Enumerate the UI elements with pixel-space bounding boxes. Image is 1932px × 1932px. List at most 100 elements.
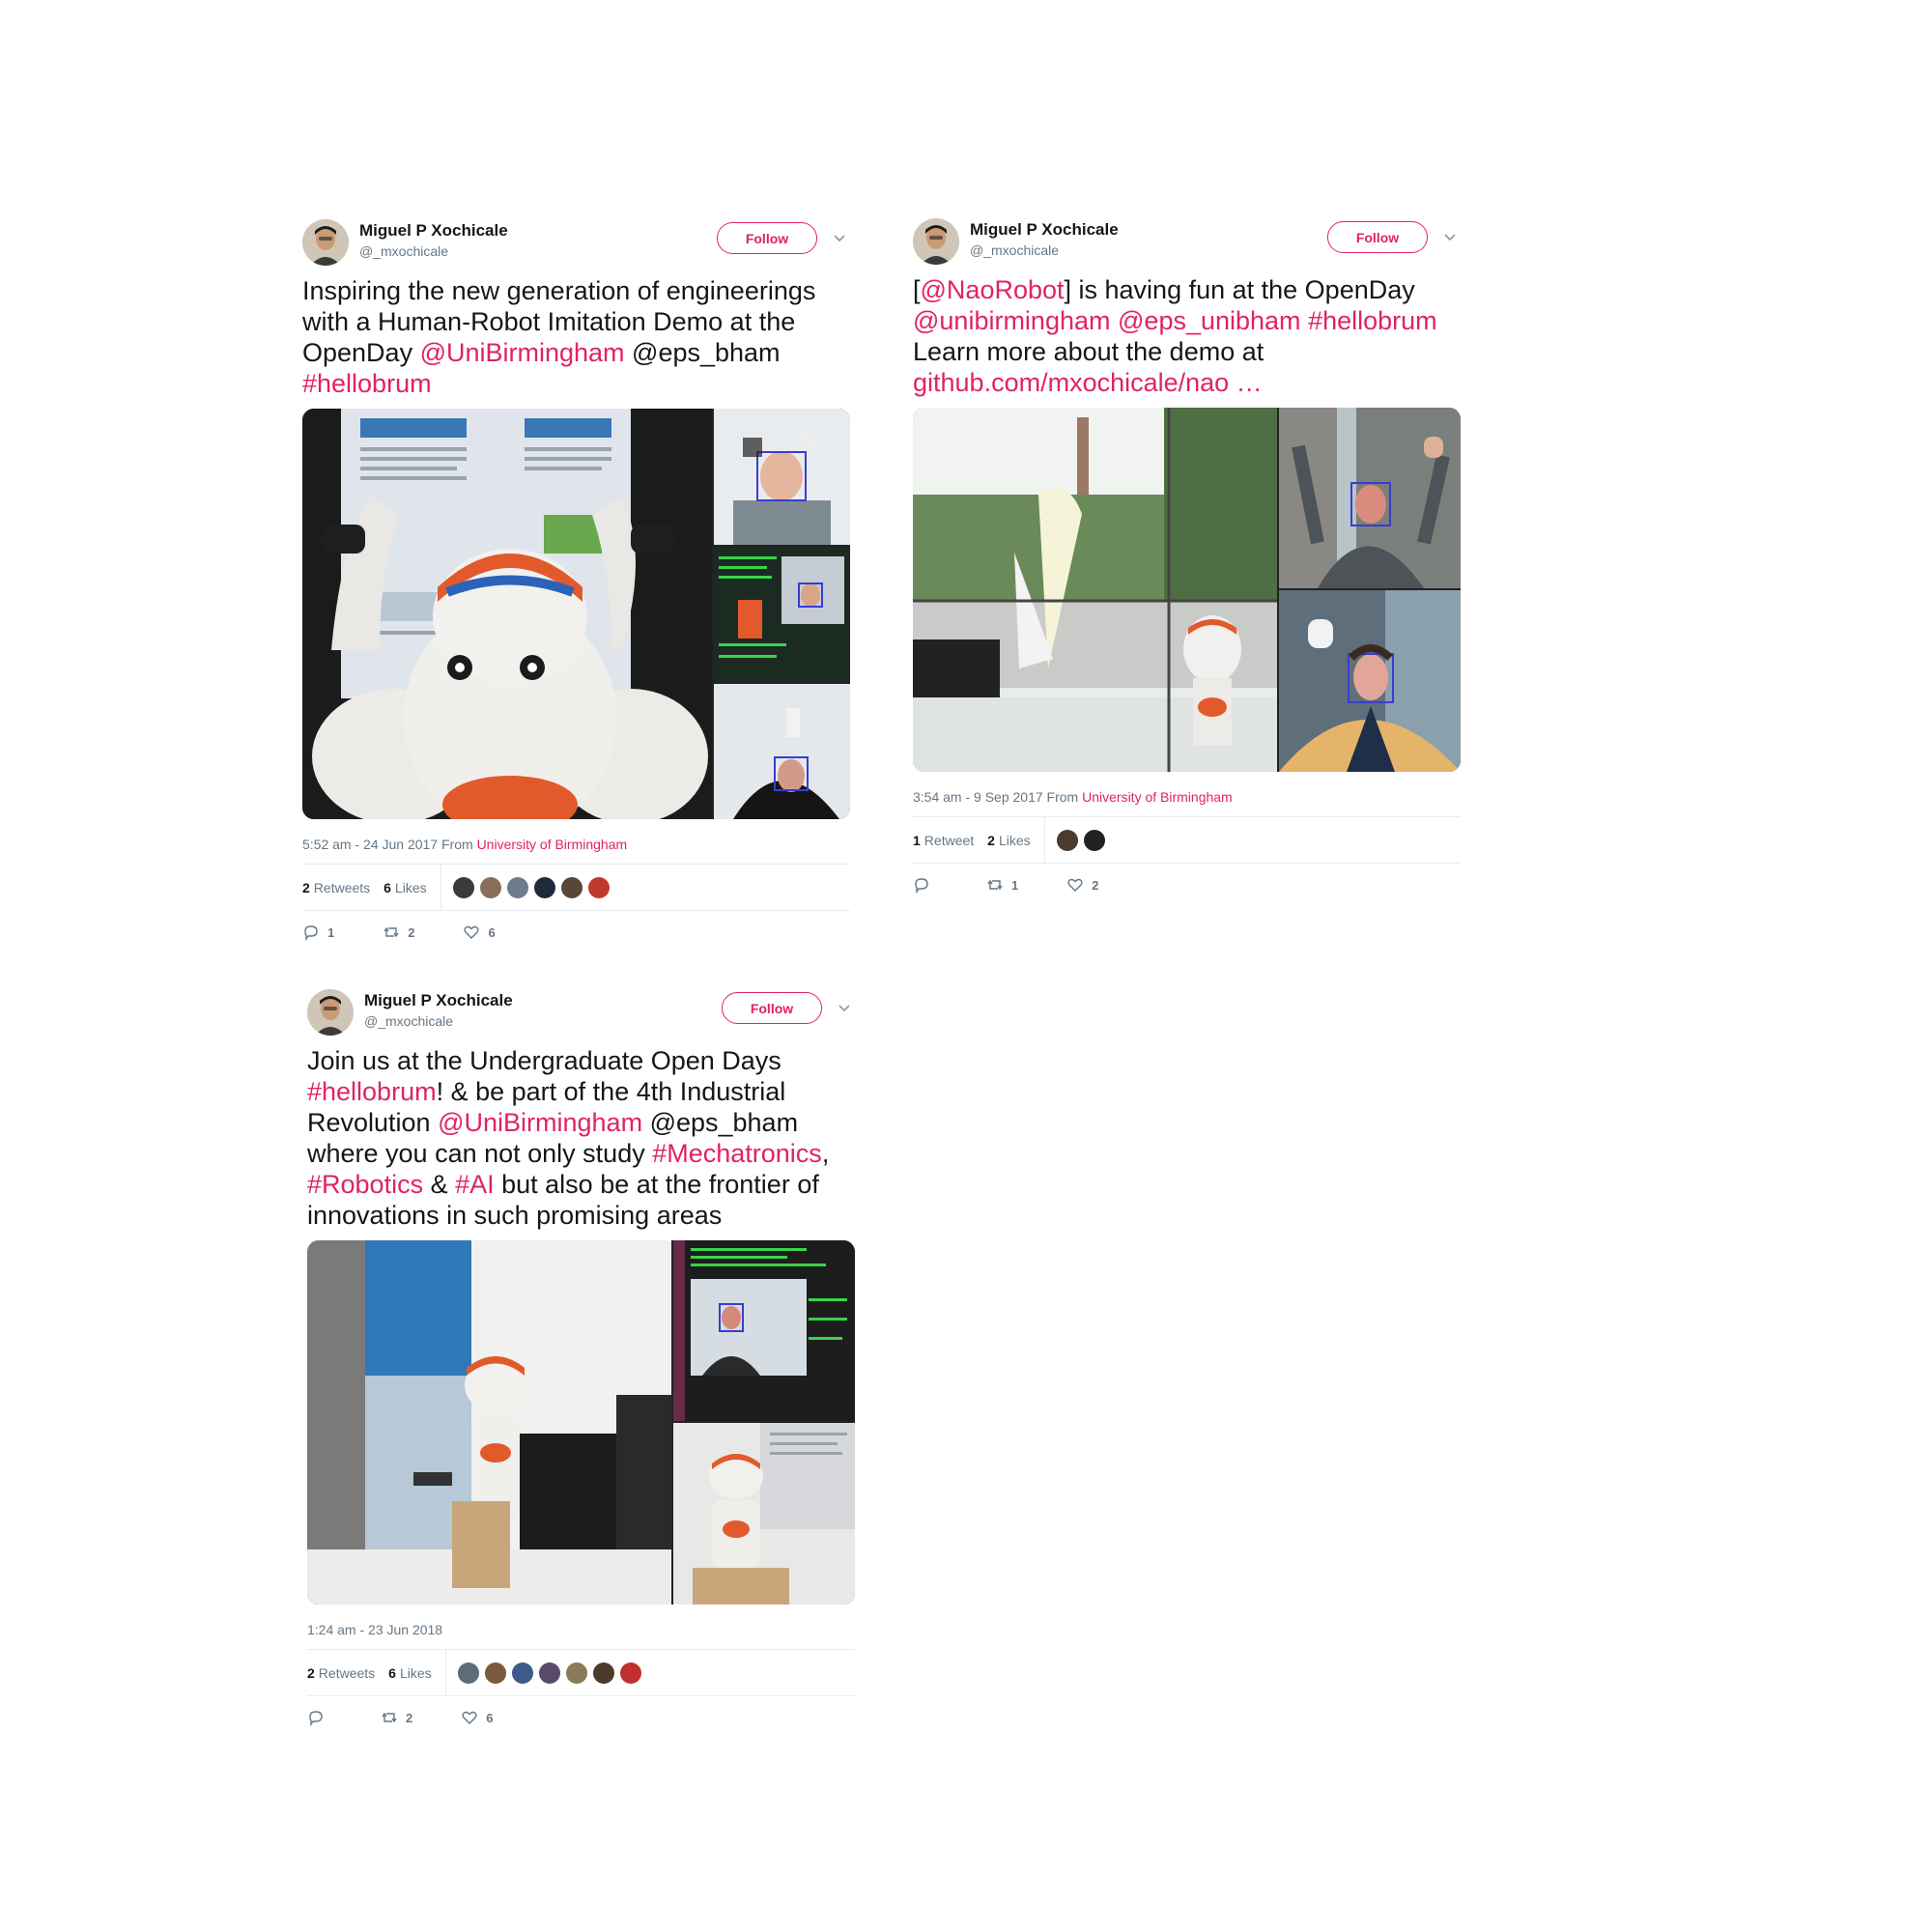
liker-avatar[interactable] (533, 876, 555, 898)
avatar[interactable] (302, 219, 349, 266)
media-photo-window-robot[interactable] (913, 408, 1277, 772)
media-photo-face-tracking-2[interactable] (714, 547, 850, 682)
reply-action[interactable] (307, 1709, 332, 1726)
likes-stat[interactable]: 6 Likes (384, 880, 426, 895)
like-count: 6 (486, 1710, 494, 1725)
tweet-card: Miguel P Xochicale @_mxochicale Follow [… (913, 214, 1461, 906)
likes-count: 6 (384, 879, 391, 895)
reply-icon (304, 925, 318, 941)
likes-stat[interactable]: 6 Likes (388, 1665, 431, 1681)
timestamp[interactable]: 3:54 am - 9 Sep 2017 (913, 789, 1043, 805)
tweet-stats: 2 Retweets 6 Likes (307, 1649, 855, 1696)
liker-avatar[interactable] (1056, 829, 1078, 851)
liker-avatar[interactable] (506, 876, 528, 898)
tweet-entity-link[interactable]: @NaoRobot (921, 275, 1065, 304)
follow-button[interactable]: Follow (717, 222, 817, 254)
tweet-media-grid[interactable] (913, 408, 1461, 772)
chevron-down-icon[interactable] (834, 997, 855, 1018)
retweet-icon (384, 926, 399, 938)
timestamp[interactable]: 5:52 am - 24 Jun 2017 (302, 837, 438, 852)
reply-action[interactable] (913, 876, 938, 894)
follow-button[interactable]: Follow (1327, 221, 1428, 253)
liker-avatar[interactable] (560, 876, 582, 898)
media-photo-robot[interactable] (302, 409, 712, 819)
from-label: From (1046, 789, 1079, 805)
tweet-text-segment: [ (913, 275, 921, 304)
avatar[interactable] (307, 989, 354, 1036)
tweet-text: Inspiring the new generation of engineer… (302, 275, 850, 399)
retweets-stat[interactable]: 1 Retweet (913, 833, 974, 848)
liker-avatar[interactable] (484, 1662, 506, 1684)
author-handle[interactable]: @_mxochicale (359, 243, 448, 259)
tweet-entity-link[interactable]: @UniBirmingham (420, 338, 625, 367)
retweets-label: Retweet (923, 832, 975, 848)
liker-avatar[interactable] (1083, 829, 1105, 851)
retweets-stat[interactable]: 2 Retweets (302, 880, 370, 895)
tweet-media-grid[interactable] (307, 1240, 855, 1605)
tweet-entity-link[interactable]: @UniBirmingham (438, 1108, 642, 1137)
liker-avatar[interactable] (452, 876, 474, 898)
tweet-entity-link[interactable]: #Mechatronics (652, 1139, 822, 1168)
tweet-entity-link[interactable]: #hellobrum (307, 1077, 437, 1106)
tweet-entity-link[interactable]: @unibirmingham (913, 306, 1111, 335)
retweets-stat[interactable]: 2 Retweets (307, 1665, 375, 1681)
media-photo-face-tracking-3[interactable] (714, 684, 850, 819)
tweet-entity-link[interactable]: #hellobrum (302, 369, 432, 398)
retweet-action[interactable]: 2 (383, 923, 414, 941)
retweet-action[interactable]: 2 (381, 1709, 412, 1726)
media-photo-screen-tracking[interactable] (673, 1240, 855, 1421)
retweet-action[interactable]: 1 (986, 876, 1018, 894)
tweet-entity-link[interactable]: github.com/mxochicale/nao … (913, 368, 1263, 397)
like-action[interactable]: 2 (1066, 876, 1098, 894)
tweet-card: Miguel P Xochicale @_mxochicale Follow J… (307, 985, 855, 1739)
likes-stat[interactable]: 2 Likes (987, 833, 1030, 848)
avatar[interactable] (913, 218, 959, 265)
media-photo-face-tracking-1[interactable] (1279, 408, 1461, 588)
author-name[interactable]: Miguel P Xochicale (364, 991, 513, 1010)
like-count: 2 (1092, 877, 1099, 893)
media-photo-face-tracking-2[interactable] (1279, 590, 1461, 772)
liker-avatar[interactable] (479, 876, 501, 898)
likes-count: 6 (388, 1664, 396, 1681)
media-photo-face-tracking-1[interactable] (714, 409, 850, 545)
tweet-text-segment: , (821, 1139, 830, 1168)
liker-avatar[interactable] (538, 1662, 560, 1684)
author-handle[interactable]: @_mxochicale (364, 1013, 453, 1029)
source-link[interactable]: University of Birmingham (477, 837, 628, 852)
like-count: 6 (488, 924, 496, 940)
like-action[interactable]: 6 (463, 923, 496, 941)
chevron-down-icon[interactable] (1439, 226, 1461, 247)
liker-avatar[interactable] (511, 1662, 533, 1684)
heart-icon (462, 1711, 477, 1724)
likers-avatars (444, 1650, 641, 1695)
author-handle[interactable]: @_mxochicale (970, 242, 1059, 258)
retweets-label: Retweets (318, 1664, 376, 1681)
tweet-header: Miguel P Xochicale @_mxochicale Follow (302, 215, 850, 270)
liker-avatar[interactable] (565, 1662, 587, 1684)
retweet-count: 2 (408, 924, 415, 940)
like-action[interactable]: 6 (461, 1709, 493, 1726)
chevron-down-icon[interactable] (829, 227, 850, 248)
tweet-entity-link[interactable]: #hellobrum (1308, 306, 1437, 335)
liker-avatar[interactable] (457, 1662, 479, 1684)
media-photo-robot-poster[interactable] (673, 1423, 855, 1605)
tweet-media-grid[interactable] (302, 409, 850, 819)
tweet-entity-link[interactable]: @eps_unibham (1118, 306, 1301, 335)
tweet-entity-link[interactable]: #AI (455, 1170, 495, 1199)
reply-action[interactable]: 1 (302, 923, 334, 941)
tweet-text-segment (1301, 306, 1309, 335)
author-name[interactable]: Miguel P Xochicale (970, 220, 1119, 240)
media-photo-robot-stand[interactable] (307, 1240, 671, 1605)
source-link[interactable]: University of Birmingham (1082, 789, 1233, 805)
likes-label: Likes (394, 879, 427, 895)
author-name[interactable]: Miguel P Xochicale (359, 221, 508, 241)
timestamp[interactable]: 1:24 am - 23 Jun 2018 (307, 1622, 442, 1637)
follow-button[interactable]: Follow (722, 992, 822, 1024)
tweet-text-segment: & (423, 1170, 456, 1199)
liker-avatar[interactable] (619, 1662, 641, 1684)
from-label: From (441, 837, 473, 852)
tweet-entity-link[interactable]: #Robotics (307, 1170, 423, 1199)
tweet-card: Miguel P Xochicale @_mxochicale Follow I… (302, 215, 850, 953)
liker-avatar[interactable] (592, 1662, 614, 1684)
liker-avatar[interactable] (587, 876, 610, 898)
